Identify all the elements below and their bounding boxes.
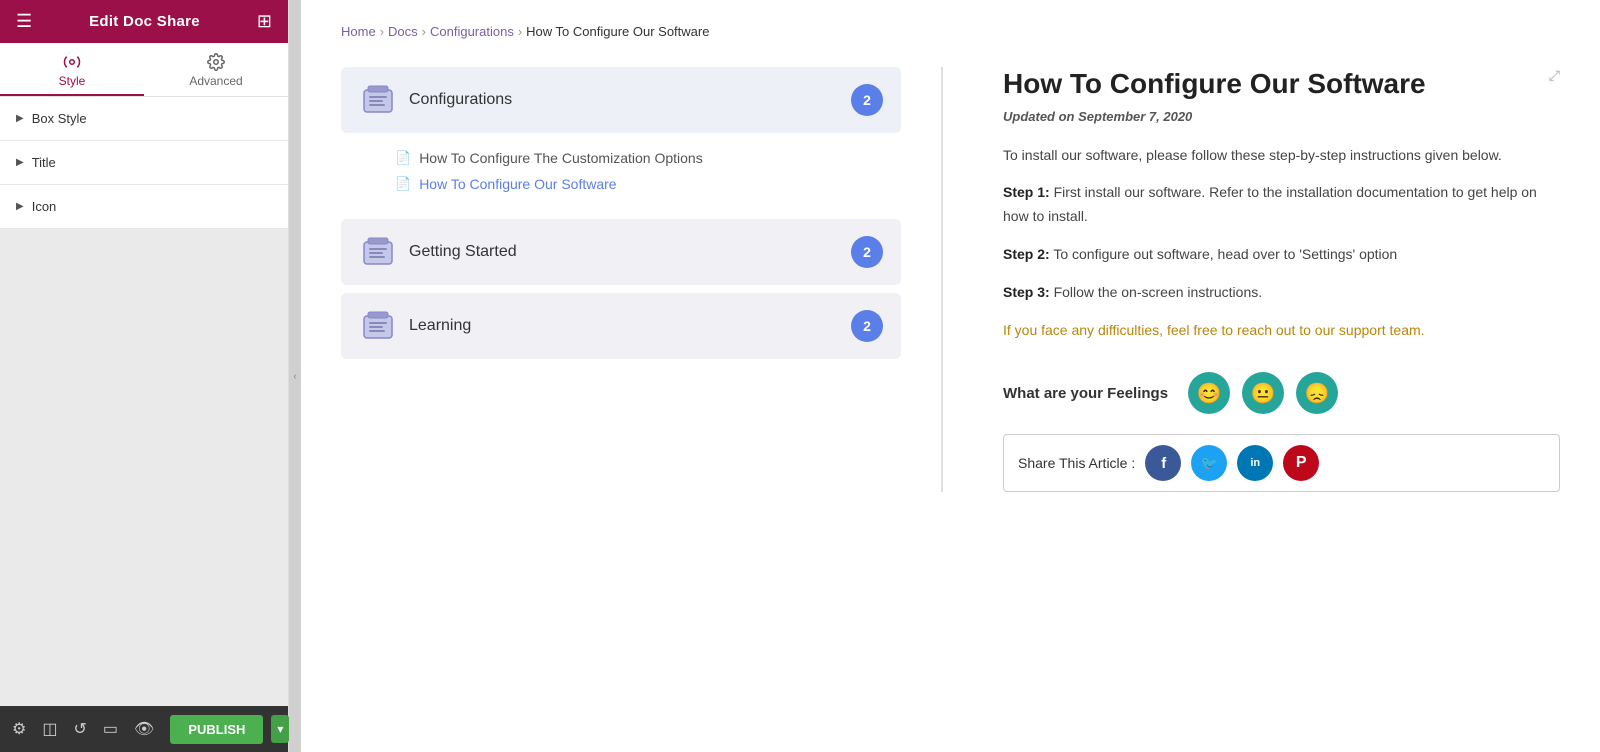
publish-button[interactable]: PUBLISH [170,715,263,744]
title-header[interactable]: ▶ Title [0,141,288,184]
category-icon-gs [359,233,397,271]
grid-icon[interactable]: ⊞ [257,11,272,32]
badge-gs: 2 [851,236,883,268]
doc-icon-1: 📄 [395,150,411,166]
breadcrumb-sep-1: › [380,24,384,39]
category-learning[interactable]: Learning 2 [341,293,901,359]
share-facebook[interactable]: f [1145,445,1181,481]
resize-icon[interactable]: ⤢ [1549,67,1560,84]
history-icon[interactable]: ↺ [69,715,90,743]
feeling-neutral[interactable]: 😐 [1242,372,1284,414]
box-style-section: ▶ Box Style [0,97,288,141]
title-arrow: ▶ [16,157,24,168]
share-label: Share This Article : [1018,455,1135,471]
icon-header[interactable]: ▶ Icon [0,185,288,228]
settings-icon[interactable]: ⚙ [8,715,30,743]
step2-label: Step 2: [1003,246,1050,262]
tab-advanced[interactable]: Advanced [144,43,288,96]
tab-style[interactable]: Style [0,43,144,96]
breadcrumb-configurations[interactable]: Configurations [430,24,514,39]
category-left-learning: Learning [359,307,471,345]
step1-label: Step 1: [1003,184,1050,200]
category-title-gs: Getting Started [409,243,517,261]
advanced-icon [207,53,225,71]
box-style-label: Box Style [32,111,87,126]
article-step3: Step 3: Follow the on-screen instruction… [1003,281,1560,305]
article-note: If you face any difficulties, feel free … [1003,319,1560,343]
sidebar-tabs: Style Advanced [0,43,288,97]
collapse-handle[interactable]: ‹ [289,0,301,752]
article: ⤢ How To Configure Our Software Updated … [983,67,1560,492]
icon-arrow: ▶ [16,201,24,212]
doc-section: Configurations 2 📄 How To Configure The … [341,67,1560,492]
icon-section: ▶ Icon [0,185,288,229]
publish-dropdown-button[interactable]: ▾ [271,715,289,743]
hamburger-icon[interactable]: ☰ [16,11,32,32]
sidebar: ☰ Edit Doc Share ⊞ Style Advanced ▶ Box … [0,0,289,752]
feelings-label: What are your Feelings [1003,385,1168,402]
main-content: Home › Docs › Configurations › How To Co… [301,0,1600,752]
subitem-customization[interactable]: 📄 How To Configure The Customization Opt… [395,145,901,171]
feelings-section: What are your Feelings 😊 😐 😞 [1003,372,1560,414]
step2-text: To configure out software, head over to … [1053,246,1397,262]
category-title-learning: Learning [409,317,471,335]
style-icon [63,53,81,71]
step3-text: Follow the on-screen instructions. [1054,284,1263,300]
subitem-customization-label: How To Configure The Customization Optio… [419,150,703,166]
article-title: How To Configure Our Software [1003,67,1560,101]
step3-label: Step 3: [1003,284,1050,300]
article-intro: To install our software, please follow t… [1003,144,1560,168]
tab-advanced-label: Advanced [189,74,242,88]
sidebar-title: Edit Doc Share [89,13,200,30]
article-date: Updated on September 7, 2020 [1003,109,1560,124]
subitems-configurations: 📄 How To Configure The Customization Opt… [341,137,901,201]
article-step2: Step 2: To configure out software, head … [1003,243,1560,267]
article-body: To install our software, please follow t… [1003,144,1560,343]
box-style-header[interactable]: ▶ Box Style [0,97,288,140]
share-twitter[interactable]: 🐦 [1191,445,1227,481]
subitem-software[interactable]: 📄 How To Configure Our Software [395,171,901,197]
responsive-icon[interactable]: ▭ [99,715,122,743]
article-step1: Step 1: First install our software. Refe… [1003,181,1560,229]
category-left: Configurations [359,81,512,119]
category-title-configurations: Configurations [409,91,512,109]
category-icon-learning [359,307,397,345]
doc-icon-2: 📄 [395,176,411,192]
sidebar-header: ☰ Edit Doc Share ⊞ [0,0,288,43]
layers-icon[interactable]: ◫ [38,715,61,743]
feeling-sad[interactable]: 😞 [1296,372,1338,414]
category-getting-started[interactable]: Getting Started 2 [341,219,901,285]
tab-style-label: Style [59,74,86,88]
share-linkedin[interactable]: in [1237,445,1273,481]
step1-text: First install our software. Refer to the… [1003,184,1537,224]
category-left-gs: Getting Started [359,233,517,271]
title-section: ▶ Title [0,141,288,185]
badge-configurations: 2 [851,84,883,116]
box-style-arrow: ▶ [16,113,24,124]
title-label: Title [32,155,56,170]
feeling-happy[interactable]: 😊 [1188,372,1230,414]
badge-learning: 2 [851,310,883,342]
breadcrumb-sep-3: › [518,24,522,39]
share-pinterest[interactable]: P [1283,445,1319,481]
breadcrumb-sep-2: › [422,24,426,39]
breadcrumb-current: How To Configure Our Software [526,24,709,39]
category-configurations[interactable]: Configurations 2 [341,67,901,133]
breadcrumb-home[interactable]: Home [341,24,376,39]
share-section: Share This Article : f 🐦 in P [1003,434,1560,492]
eye-icon[interactable]: 👁 [130,715,158,743]
breadcrumb-docs[interactable]: Docs [388,24,418,39]
sidebar-body [0,229,288,706]
breadcrumb: Home › Docs › Configurations › How To Co… [341,24,1560,39]
subitem-software-label: How To Configure Our Software [419,176,616,192]
vertical-divider [941,67,943,492]
sidebar-bottom: ⚙ ◫ ↺ ▭ 👁 PUBLISH ▾ [0,706,288,752]
doc-list: Configurations 2 📄 How To Configure The … [341,67,901,363]
category-icon-configurations [359,81,397,119]
icon-label: Icon [32,199,57,214]
